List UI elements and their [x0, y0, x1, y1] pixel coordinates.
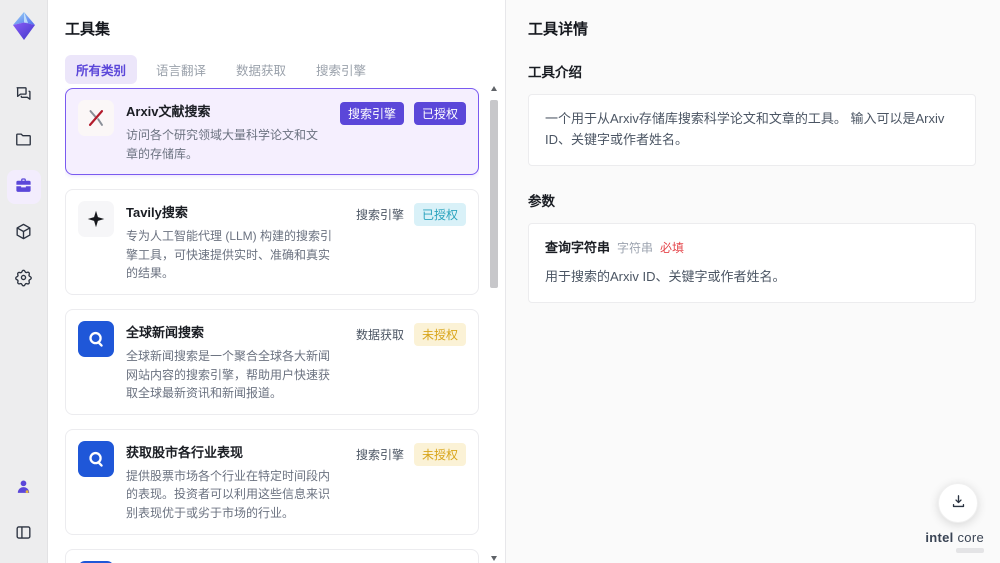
- auth-status-badge: 已授权: [413, 102, 466, 125]
- tool-card-most-active-stocks[interactable]: 获取市场最活跃股票信息 提供当天交易量最高的股票列表，投资者可以利用这些信息来识…: [65, 548, 479, 563]
- tool-description: 提供股票市场各个行业在特定时间段内的表现。投资者可以利用这些信息来识别表现优于或…: [126, 468, 331, 520]
- tool-card-global-news[interactable]: 全球新闻搜索 全球新闻搜索是一个聚合全球各大新闻网站内容的搜索引擎，帮助用户快速…: [65, 308, 479, 415]
- category-label: 搜索引擎: [355, 447, 404, 462]
- download-icon: [950, 493, 967, 513]
- tool-description: 全球新闻搜索是一个聚合全球各大新闻网站内容的搜索引擎，帮助用户快速获取全球最新资…: [126, 348, 331, 401]
- tool-card-arxiv[interactable]: Arxiv文献搜索 访问各个研究领域大量科学论文和文章的存储库。 搜索引擎 已授…: [65, 88, 479, 176]
- sidebar-item-settings[interactable]: [7, 262, 41, 296]
- brand-accent-bar: [956, 548, 984, 553]
- intro-text-box: 一个用于从Arxiv存储库搜索科学论文和文章的工具。 输入可以是Arxiv ID…: [528, 94, 976, 166]
- blue-news-logo-icon: [78, 440, 114, 477]
- toolbox-icon: [14, 176, 33, 198]
- tool-description: 专为人工智能代理 (LLM) 构建的搜索引擎工具，可快速提供实时、准确和真实的结…: [126, 229, 333, 281]
- app-logo-diamond-icon: [8, 10, 40, 42]
- auth-status-badge: 已授权: [413, 203, 466, 227]
- intro-heading: 工具介绍: [528, 65, 582, 80]
- tool-card-tavily[interactable]: Tavily搜索 专为人工智能代理 (LLM) 构建的搜索引擎工具，可快速提供实…: [65, 189, 479, 295]
- detail-title: 工具详情: [528, 21, 589, 38]
- category-tabs: 所有类别 语言翻译 数据获取 搜索引擎: [65, 55, 483, 84]
- tool-name: Tavily搜索: [126, 205, 188, 221]
- param-required-flag: 必填: [660, 240, 685, 255]
- scroll-down-arrow-icon[interactable]: [491, 556, 497, 561]
- blue-news-logo-icon: [78, 320, 114, 357]
- param-description: 用于搜索的Arxiv ID、关键字或作者姓名。: [545, 269, 786, 285]
- intel-core-logo: intel core: [925, 530, 984, 553]
- scroll-up-arrow-icon[interactable]: [491, 86, 497, 91]
- scrollbar-thumb[interactable]: [490, 100, 498, 288]
- app-window: 工具集 所有类别 语言翻译 数据获取 搜索引擎 Arxiv文献搜索 访问各个研究…: [0, 0, 1000, 563]
- brand-core: core: [953, 530, 984, 545]
- auth-status-badge: 未授权: [413, 322, 466, 346]
- params-heading: 参数: [528, 193, 555, 209]
- brand-intel: intel: [925, 530, 954, 545]
- tool-name: 获取股市各行业表现: [126, 444, 244, 460]
- sidebar-item-user[interactable]: [7, 471, 41, 505]
- download-button[interactable]: [938, 483, 978, 523]
- panel-layout-icon: [14, 523, 33, 545]
- folder-icon: [14, 130, 33, 152]
- tool-list-panel: 工具集 所有类别 语言翻译 数据获取 搜索引擎 Arxiv文献搜索 访问各个研究…: [48, 0, 505, 563]
- tool-name: 全球新闻搜索: [126, 324, 205, 340]
- list-scrollbar[interactable]: [489, 86, 499, 561]
- sidebar-item-tools[interactable]: [6, 170, 41, 204]
- gear-icon: [14, 268, 33, 290]
- sidebar: [0, 0, 48, 563]
- tavily-sparkle-icon: [78, 201, 114, 238]
- category-label: 搜索引擎: [355, 208, 404, 223]
- package-cube-icon: [14, 222, 33, 244]
- tab-search-engine[interactable]: 搜索引擎: [305, 55, 377, 84]
- sidebar-item-chat[interactable]: [7, 78, 41, 112]
- tab-all-categories[interactable]: 所有类别: [65, 55, 138, 84]
- tool-description: 访问各个研究领域大量科学论文和文章的存储库。: [126, 128, 319, 161]
- tool-name: Arxiv文献搜索: [126, 104, 211, 119]
- auth-status-badge: 未授权: [413, 442, 466, 466]
- sidebar-item-files[interactable]: [7, 124, 41, 158]
- page-title: 工具集: [65, 21, 111, 38]
- tool-list: Arxiv文献搜索 访问各个研究领域大量科学论文和文章的存储库。 搜索引擎 已授…: [65, 88, 479, 563]
- chat-icon: [14, 84, 33, 106]
- tab-language-translation[interactable]: 语言翻译: [145, 55, 217, 84]
- category-badge: 搜索引擎: [339, 102, 404, 125]
- tab-data-fetch[interactable]: 数据获取: [225, 55, 297, 84]
- user-icon: [14, 477, 33, 499]
- sidebar-item-packages[interactable]: [7, 216, 41, 250]
- param-name: 查询字符串: [545, 239, 611, 255]
- tool-detail-panel: 工具详情 工具介绍 一个用于从Arxiv存储库搜索科学论文和文章的工具。 输入可…: [505, 0, 1000, 563]
- param-box: 查询字符串 字符串 必填 用于搜索的Arxiv ID、关键字或作者姓名。: [528, 222, 976, 304]
- category-label: 数据获取: [355, 327, 404, 342]
- arxiv-logo-icon: [78, 100, 114, 136]
- sidebar-item-collapse[interactable]: [7, 517, 41, 551]
- param-type: 字符串: [617, 240, 654, 255]
- tool-card-sector-performance[interactable]: 获取股市各行业表现 提供股票市场各个行业在特定时间段内的表现。投资者可以利用这些…: [65, 428, 479, 535]
